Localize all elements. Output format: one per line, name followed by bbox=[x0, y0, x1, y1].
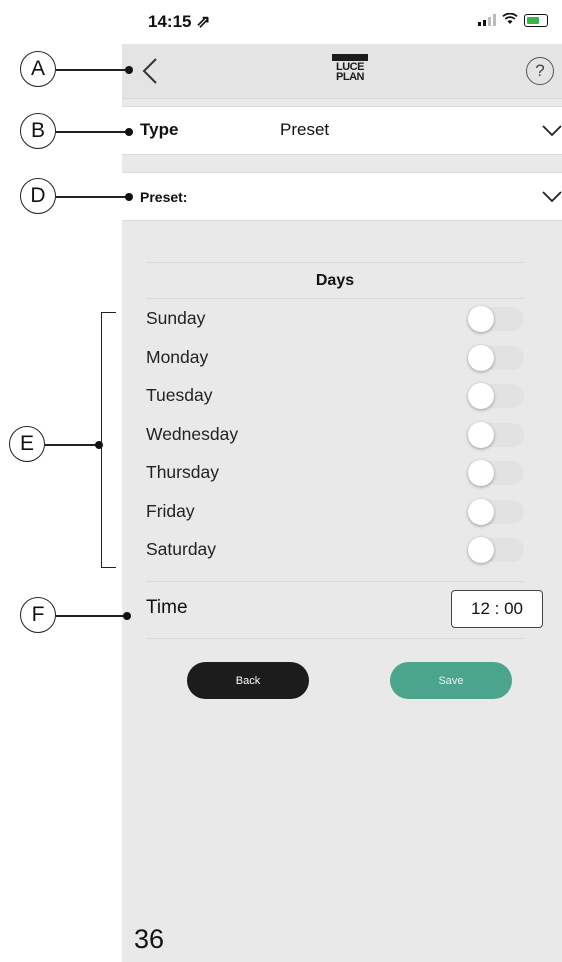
time-row: Time bbox=[146, 581, 543, 639]
toggle-knob bbox=[468, 383, 494, 409]
type-selector[interactable]: Type Preset bbox=[122, 106, 562, 155]
callout-b: B bbox=[20, 113, 56, 149]
toggle-knob bbox=[468, 306, 494, 332]
day-row-thursday: Thursday bbox=[146, 453, 524, 492]
callout-dot-b bbox=[125, 128, 133, 136]
day-toggle-sunday[interactable] bbox=[468, 306, 524, 332]
day-toggle-wednesday[interactable] bbox=[468, 421, 524, 448]
page-number: 36 bbox=[134, 924, 165, 954]
days-title: Days bbox=[146, 263, 524, 299]
day-toggle-tuesday[interactable] bbox=[468, 383, 524, 409]
callout-dot-a bbox=[125, 66, 133, 74]
callout-a: A bbox=[20, 51, 56, 87]
time-label: Time bbox=[146, 597, 188, 618]
day-label: Wednesday bbox=[146, 423, 239, 444]
day-label: Monday bbox=[146, 346, 209, 367]
type-label: Type bbox=[140, 120, 179, 139]
callout-line-b bbox=[56, 131, 128, 133]
day-row-monday: Monday bbox=[146, 338, 524, 377]
logo-bar bbox=[332, 54, 368, 61]
help-icon[interactable]: ? bbox=[526, 57, 554, 85]
day-label: Saturday bbox=[146, 539, 217, 559]
time-input[interactable] bbox=[451, 590, 543, 628]
day-row-wednesday: Wednesday bbox=[146, 415, 524, 454]
callout-dot-f bbox=[123, 612, 131, 620]
toggle-knob bbox=[468, 421, 494, 448]
back-button[interactable]: Back bbox=[187, 662, 309, 699]
preset-selector[interactable]: Preset: bbox=[122, 172, 562, 221]
toggle-knob bbox=[468, 460, 494, 486]
chevron-down-icon[interactable] bbox=[542, 190, 562, 204]
wifi-icon bbox=[502, 12, 518, 27]
day-label: Friday bbox=[146, 500, 195, 521]
day-row-friday: Friday bbox=[146, 492, 524, 531]
callout-f: F bbox=[20, 597, 56, 633]
save-button[interactable]: Save bbox=[390, 662, 512, 699]
status-time: 14:15 ⇗ bbox=[148, 12, 211, 31]
toggle-knob bbox=[468, 498, 494, 525]
luceplan-logo: LUCE PLAN bbox=[332, 54, 368, 83]
callout-bracket-e bbox=[101, 312, 116, 568]
logo-line2: PLAN bbox=[336, 71, 364, 83]
app-screen: LUCE PLAN ? Type Preset Preset: Days Sun… bbox=[122, 44, 562, 962]
callout-d: D bbox=[20, 178, 56, 214]
cellular-signal-icon bbox=[478, 14, 496, 26]
callout-line-f bbox=[56, 615, 128, 617]
callout-line-e bbox=[45, 444, 101, 446]
chevron-down-icon[interactable] bbox=[542, 124, 562, 138]
callout-dot-d bbox=[125, 193, 133, 201]
day-toggle-friday[interactable] bbox=[468, 498, 524, 525]
preset-label: Preset: bbox=[140, 189, 188, 205]
day-label: Thursday bbox=[146, 462, 219, 482]
days-section: Days Sunday Monday Tuesday Wednesday Thu… bbox=[146, 262, 524, 569]
day-label: Tuesday bbox=[146, 385, 213, 405]
status-icons bbox=[478, 12, 548, 27]
nav-bar: LUCE PLAN ? bbox=[122, 44, 562, 99]
day-toggle-thursday[interactable] bbox=[468, 460, 524, 486]
callout-line-a bbox=[56, 69, 128, 71]
type-value: Preset bbox=[280, 120, 330, 139]
toggle-knob bbox=[468, 537, 494, 563]
toggle-knob bbox=[468, 344, 494, 371]
day-row-sunday: Sunday bbox=[146, 299, 524, 338]
battery-icon bbox=[524, 13, 548, 27]
day-row-tuesday: Tuesday bbox=[146, 376, 524, 415]
day-row-saturday: Saturday bbox=[146, 530, 524, 569]
day-toggle-monday[interactable] bbox=[468, 344, 524, 371]
callout-line-d bbox=[56, 196, 128, 198]
day-list: Sunday Monday Tuesday Wednesday Thursday… bbox=[146, 299, 524, 569]
day-label: Sunday bbox=[146, 308, 206, 328]
callout-e: E bbox=[9, 426, 45, 462]
day-toggle-saturday[interactable] bbox=[468, 537, 524, 563]
back-chevron-icon[interactable] bbox=[136, 56, 166, 86]
